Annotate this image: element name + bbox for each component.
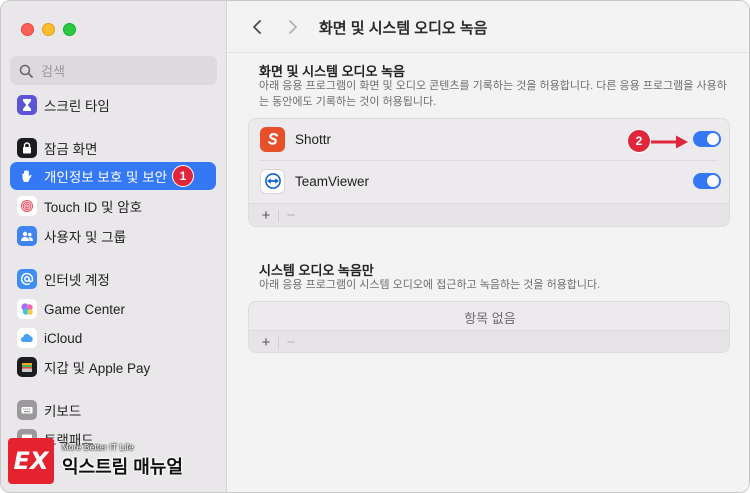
sidebar-item-label: 잠금 화면: [44, 142, 98, 157]
fingerprint-icon: [17, 196, 37, 216]
sidebar-item-wallet[interactable]: 지갑 및 Apple Pay: [10, 353, 216, 381]
sidebar-item-label: 사용자 및 그룹: [44, 230, 127, 245]
sidebar-item-privacy-security[interactable]: 개인정보 보호 및 보안 1: [10, 162, 216, 190]
sidebar-item-keyboard[interactable]: 키보드: [10, 396, 216, 424]
sidebar-item-label: Game Center: [44, 301, 126, 317]
step-badge: 2: [627, 129, 651, 153]
sidebar-item-label: 인터넷 계정: [44, 273, 110, 288]
keyboard-icon: [17, 400, 37, 420]
sidebar-item-label: 키보드: [44, 404, 82, 419]
sidebar-item-game-center[interactable]: Game Center: [10, 295, 216, 323]
sidebar: 검색 스크린 타임 잠금 화면 개인정보 보호 및 보안 1 Touch ID …: [1, 1, 227, 492]
app-row-teamviewer: TeamViewer: [249, 161, 729, 201]
search-placeholder: 검색: [41, 64, 65, 79]
controls-divider: [278, 209, 279, 222]
sidebar-item-icloud[interactable]: iCloud: [10, 324, 216, 352]
zoom-window-button[interactable]: [63, 23, 76, 36]
site-watermark: EX More Better IT Life 익스트림 매뉴얼: [8, 435, 183, 487]
sidebar-item-screen-time[interactable]: 스크린 타임: [10, 91, 216, 119]
sidebar-item-label: iCloud: [44, 330, 83, 346]
watermark-logo: EX: [8, 438, 54, 484]
hand-icon: [17, 166, 37, 186]
page-title: 화면 및 시스템 오디오 녹음: [319, 20, 488, 37]
shottr-toggle[interactable]: [693, 131, 721, 147]
step-badge: 1: [172, 165, 194, 187]
empty-list-text: 항목 없음: [464, 310, 516, 326]
add-app-button[interactable]: +: [257, 334, 275, 351]
sidebar-item-label: 스크린 타임: [44, 99, 110, 114]
game-center-icon: [17, 299, 37, 319]
shottr-app-icon: [260, 126, 285, 152]
remove-app-button[interactable]: −: [282, 207, 300, 224]
teamviewer-toggle[interactable]: [693, 173, 721, 189]
app-name: TeamViewer: [295, 173, 370, 189]
watermark-name: 익스트림 매뉴얼: [62, 457, 183, 477]
main-content: 화면 및 시스템 오디오 녹음 화면 및 시스템 오디오 녹음 아래 응용 프로…: [228, 1, 749, 492]
app-list-audio-only: 항목 없음 + −: [248, 301, 730, 353]
sidebar-item-lock-screen[interactable]: 잠금 화면: [10, 134, 216, 162]
settings-window: 검색 스크린 타임 잠금 화면 개인정보 보호 및 보안 1 Touch ID …: [0, 0, 750, 493]
hourglass-icon: [17, 95, 37, 115]
users-icon: [17, 226, 37, 246]
watermark-tagline: More Better IT Life: [62, 443, 134, 452]
search-icon: [19, 64, 33, 78]
sidebar-item-users-groups[interactable]: 사용자 및 그룹: [10, 222, 216, 250]
section-description-screen-audio: 아래 응용 프로그램이 화면 및 오디오 콘텐츠를 기록하는 것을 허용합니다.…: [259, 80, 727, 108]
sidebar-item-label: 지갑 및 Apple Pay: [44, 361, 151, 376]
teamviewer-app-icon: [260, 168, 285, 194]
chevron-right-icon: [289, 20, 297, 34]
app-name: Shottr: [295, 131, 332, 147]
remove-app-button[interactable]: −: [282, 334, 300, 351]
search-input[interactable]: 검색: [10, 56, 217, 85]
sidebar-item-label: Touch ID 및 암호: [44, 200, 143, 215]
list-controls: + −: [249, 330, 729, 352]
forward-button[interactable]: [282, 16, 304, 38]
add-app-button[interactable]: +: [257, 207, 275, 224]
sidebar-item-touch-id[interactable]: Touch ID 및 암호: [10, 192, 216, 220]
sidebar-item-internet-accounts[interactable]: 인터넷 계정: [10, 265, 216, 293]
wallet-icon: [17, 357, 37, 377]
icloud-icon: [17, 328, 37, 348]
close-window-button[interactable]: [21, 23, 34, 36]
lock-screen-icon: [17, 138, 37, 158]
controls-divider: [278, 336, 279, 349]
section-description-audio-only: 아래 응용 프로그램이 시스템 오디오에 접근하고 녹음하는 것을 허용합니다.: [259, 279, 601, 291]
back-button[interactable]: [246, 16, 268, 38]
chevron-left-icon: [253, 20, 261, 34]
toolbar: 화면 및 시스템 오디오 녹음: [228, 1, 749, 53]
list-controls: + −: [249, 203, 729, 226]
minimize-window-button[interactable]: [42, 23, 55, 36]
at-icon: [17, 269, 37, 289]
sidebar-item-label: 개인정보 보호 및 보안: [44, 170, 168, 185]
arrow-right-icon: [651, 135, 688, 149]
